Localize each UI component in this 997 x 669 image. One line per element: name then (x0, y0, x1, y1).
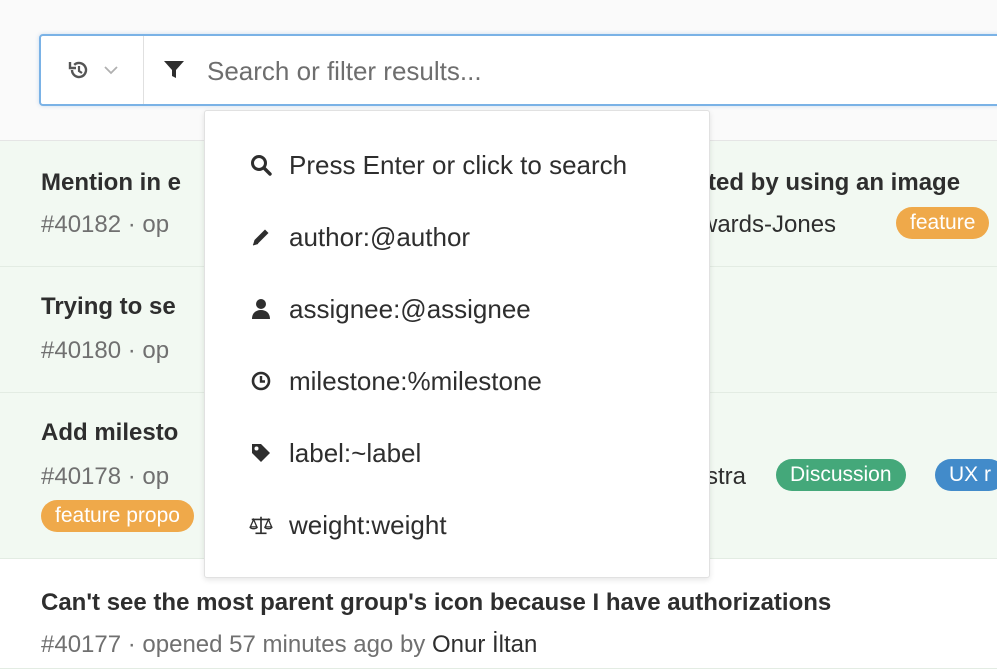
issue-author[interactable]: Onur İltan (432, 631, 537, 658)
label-badge[interactable]: feature (896, 207, 990, 239)
issue-meta: #40180 · op (41, 337, 170, 364)
option-label: milestone:%milestone (289, 365, 542, 396)
clock-icon (249, 369, 273, 393)
pencil-icon (249, 225, 273, 249)
search-icon (249, 153, 273, 177)
search-option[interactable]: Press Enter or click to search (205, 137, 709, 193)
assignee-option[interactable]: assignee:@assignee (205, 281, 709, 337)
balance-scale-icon (249, 513, 273, 537)
user-icon (249, 297, 273, 321)
issue-title-continued[interactable]: ted by using an image (708, 169, 960, 197)
history-icon (66, 57, 92, 83)
issue-author[interactable]: stra (706, 463, 746, 491)
option-label: Press Enter or click to search (289, 149, 628, 180)
label-option[interactable]: label:~label (205, 425, 709, 481)
option-label: assignee:@assignee (289, 293, 531, 324)
tag-icon (249, 441, 273, 465)
chevron-down-icon (104, 65, 118, 75)
search-input[interactable] (205, 50, 989, 92)
filter-icon (163, 59, 185, 86)
issue-title[interactable]: Mention in e (41, 169, 181, 197)
option-label: weight:weight (289, 509, 447, 540)
issue-meta-text: #40177 · opened 57 minutes ago by (41, 631, 432, 658)
issue-meta: #40182 · op (41, 211, 170, 238)
author-option[interactable]: author:@author (205, 209, 709, 265)
label-badge[interactable]: UX r (935, 459, 997, 491)
option-label: label:~label (289, 437, 422, 468)
recent-searches-button[interactable] (41, 36, 144, 104)
issue-title[interactable]: Can't see the most parent group's icon b… (41, 589, 831, 617)
filter-dropdown: Press Enter or click to search author:@a… (204, 110, 710, 578)
filtered-search-bar (39, 34, 997, 106)
issue-meta: #40177 · opened 57 minutes ago by Onur İ… (41, 631, 537, 659)
label-badge[interactable]: Discussion (776, 459, 906, 491)
issue-title[interactable]: Trying to se (41, 293, 176, 321)
issue-meta: #40178 · op (41, 463, 170, 490)
label-badge[interactable]: feature propo (41, 500, 194, 532)
option-label: author:@author (289, 221, 471, 252)
weight-option[interactable]: weight:weight (205, 497, 709, 553)
issue-author[interactable]: wards-Jones (700, 211, 836, 239)
milestone-option[interactable]: milestone:%milestone (205, 353, 709, 409)
issue-title[interactable]: Add milesto (41, 419, 178, 447)
